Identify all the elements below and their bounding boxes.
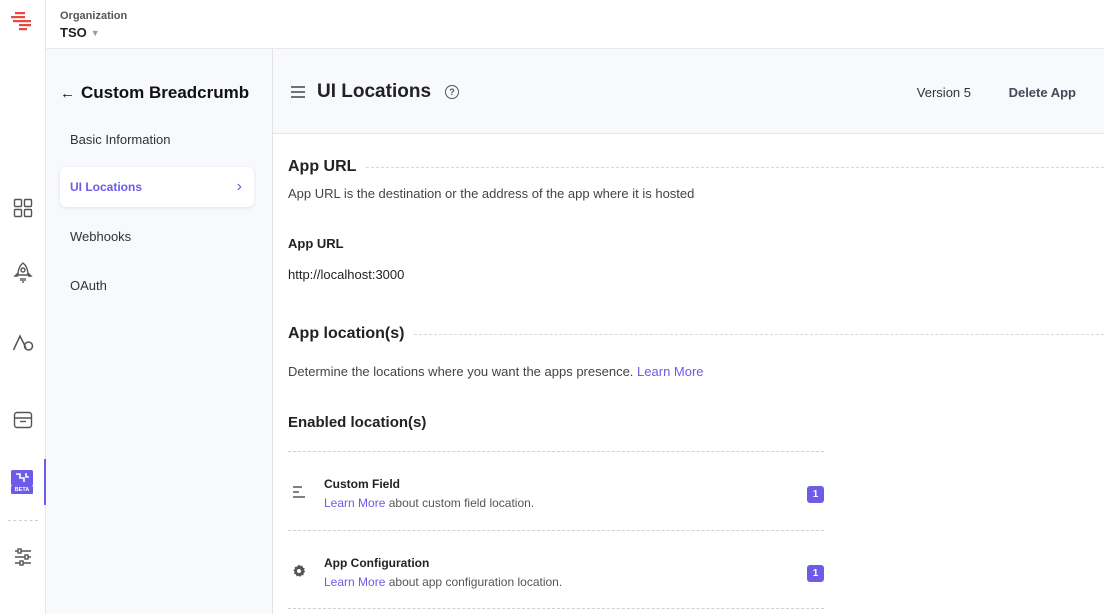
page-title: UI Locations [317, 81, 432, 102]
app-name-title: Custom Breadcrumb [81, 83, 250, 102]
sidebar-item-label: UI Locations [70, 180, 143, 194]
organization-name: TSO [60, 25, 87, 40]
section-heading-text: App URL [288, 158, 357, 175]
description-text: Determine the locations where you want t… [288, 364, 634, 379]
location-name: App Configuration [324, 556, 430, 570]
sidebar-item-basic-information[interactable]: Basic Information [60, 119, 254, 159]
list-item[interactable]: Custom Field Learn More about custom fie… [288, 451, 824, 530]
dashboard-grid-icon[interactable] [0, 185, 46, 231]
sidebar-item-oauth[interactable]: OAuth [60, 265, 254, 305]
brand-logo-icon[interactable] [9, 10, 35, 32]
icon-rail: BETA [0, 0, 46, 614]
app-url-field-label: App URL [288, 236, 344, 251]
section-divider [366, 166, 1104, 168]
location-description: Learn More about app configuration locat… [324, 575, 562, 589]
location-description-text: about custom field location. [388, 496, 535, 510]
version-label: Version 5 [916, 85, 971, 100]
marketplace-store-icon[interactable] [0, 397, 46, 443]
section-divider [414, 333, 1104, 335]
developer-hub-beta-icon[interactable]: BETA [0, 459, 46, 505]
list-lines-icon [293, 486, 305, 498]
rail-divider [8, 520, 38, 521]
back-to-app-link[interactable]: ← Custom Breadcrumb [60, 83, 249, 103]
page-header: UI Locations ? Version 5 Delete App [273, 49, 1104, 134]
app-url-value: http://localhost:3000 [288, 267, 405, 282]
location-count-badge: 1 [807, 565, 824, 582]
app-locations-section-heading: App location(s) [288, 325, 1104, 343]
section-heading-text: App location(s) [288, 325, 405, 342]
location-count-badge: 1 [807, 486, 824, 503]
sidebar-item-label: OAuth [70, 277, 107, 293]
delete-app-button[interactable]: Delete App [1009, 85, 1076, 100]
app-locations-description: Determine the locations where you want t… [288, 364, 704, 379]
app-settings-sidebar: ← Custom Breadcrumb Basic Information UI… [46, 49, 273, 614]
settings-sliders-icon[interactable] [0, 534, 46, 580]
help-circle-icon[interactable]: ? [445, 85, 459, 99]
location-description: Learn More about custom field location. [324, 496, 534, 510]
learn-more-link[interactable]: Learn More [324, 496, 385, 510]
sidebar-item-label: Webhooks [70, 228, 132, 244]
learn-more-link[interactable]: Learn More [637, 364, 703, 379]
app-url-description: App URL is the destination or the addres… [288, 186, 695, 201]
back-arrow-icon: ← [60, 84, 75, 102]
list-item[interactable]: App Configuration Learn More about app c… [288, 530, 824, 609]
organization-selector[interactable]: TSO ▼ [60, 25, 100, 40]
sidebar-item-label: Basic Information [70, 131, 171, 147]
rocket-launch-icon[interactable] [0, 250, 46, 296]
organization-bar: Organization TSO ▼ [46, 0, 1104, 49]
beta-badge: BETA [11, 486, 33, 494]
caret-down-icon: ▼ [90, 27, 100, 38]
sidebar-item-ui-locations[interactable]: UI Locations › [60, 167, 254, 207]
location-description-text: about app configuration location. [388, 575, 563, 589]
organization-label: Organization [60, 10, 128, 22]
gear-icon [293, 564, 306, 577]
enabled-locations-heading: Enabled location(s) [288, 414, 427, 431]
location-name: Custom Field [324, 477, 401, 491]
chevron-right-icon: › [236, 178, 242, 195]
app-url-section-heading: App URL [288, 158, 1104, 176]
hamburger-menu-icon[interactable] [291, 86, 305, 98]
sidebar-item-webhooks[interactable]: Webhooks [60, 216, 254, 256]
enabled-locations-list: Custom Field Learn More about custom fie… [288, 451, 824, 609]
automate-icon[interactable] [0, 320, 46, 366]
learn-more-link[interactable]: Learn More [324, 575, 385, 589]
